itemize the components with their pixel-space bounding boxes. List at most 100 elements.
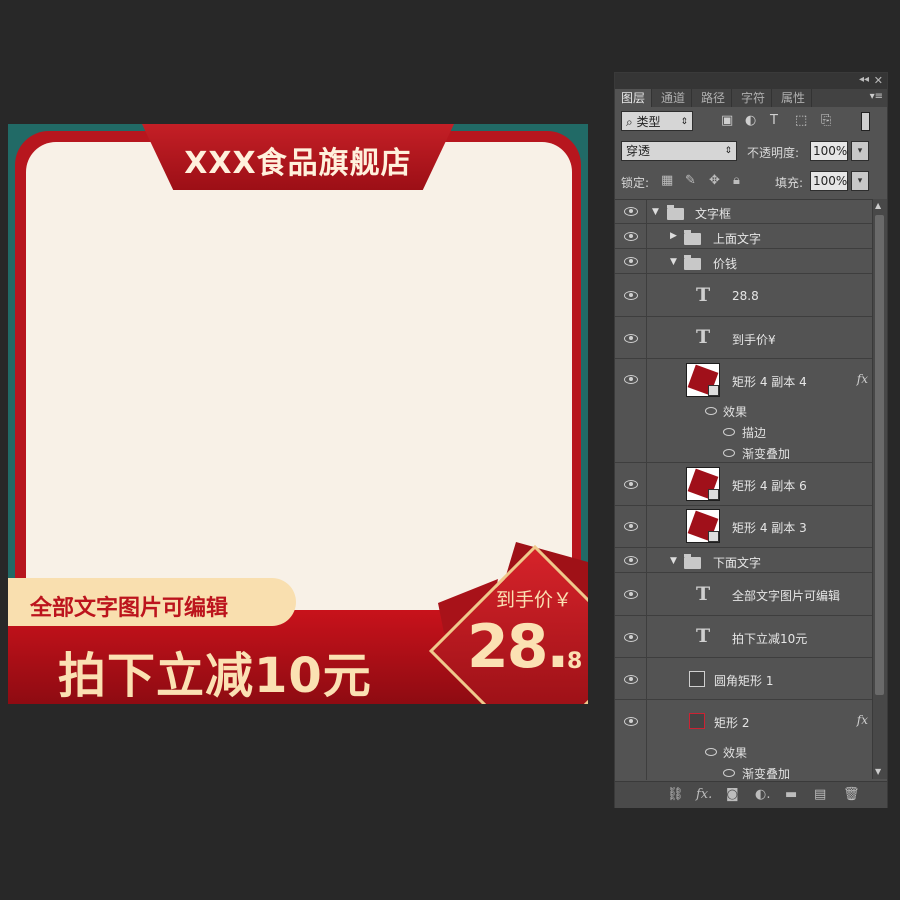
delete-layer-icon[interactable]: 🗑︎ (843, 787, 860, 802)
layer-group-top-text[interactable]: ▶ 上面文字 (615, 224, 872, 249)
fill-input[interactable]: 100% (810, 171, 848, 191)
layer-text-discount[interactable]: T 拍下立减10元 (615, 616, 872, 658)
effect-gradient-overlay: 渐变叠加 (742, 767, 791, 780)
layer-name: 矩形 2 (714, 716, 750, 730)
scroll-thumb[interactable] (875, 215, 884, 695)
layer-name: 价钱 (713, 257, 738, 271)
new-layer-icon[interactable]: ▤ (814, 787, 826, 802)
link-layers-icon[interactable]: ⛓ (667, 787, 684, 802)
visibility-toggle[interactable] (615, 700, 647, 780)
fill-dropdown-button[interactable]: ▾ (851, 171, 869, 191)
layer-name: 28.8 (732, 289, 759, 303)
effect-gradient-overlay: 渐变叠加 (742, 447, 791, 461)
adjustment-layer-icon[interactable]: ◐. (755, 787, 770, 802)
layer-group-textframe[interactable]: ▼ 文字框 (615, 200, 872, 224)
collapse-icon[interactable]: ◂◂ (859, 74, 869, 85)
layer-shape-rect2[interactable]: 矩形 2 fx 效果 渐变叠加 (615, 700, 872, 780)
lock-transparent-icon[interactable]: ▦ (661, 173, 673, 188)
layer-name: 矩形 4 副本 4 (732, 375, 807, 389)
lock-position-icon[interactable]: ✥ (709, 173, 720, 188)
blend-mode-select[interactable]: 穿透 ⇕ (621, 141, 737, 161)
eye-icon (624, 633, 638, 642)
new-group-icon[interactable]: ▬ (785, 787, 797, 802)
add-style-icon[interactable]: fx. (696, 787, 712, 802)
eye-icon (624, 257, 638, 266)
layer-shape-rect4-copy4[interactable]: 矩形 4 副本 4 fx 效果 描边 渐变叠加 (615, 359, 872, 463)
price-decimal-text: 8 (567, 649, 583, 674)
tab-character[interactable]: 字符 (735, 89, 773, 107)
shape-layer-icon (689, 713, 705, 729)
visibility-toggle[interactable] (615, 249, 647, 273)
lock-pixels-icon[interactable]: ✎ (685, 173, 696, 188)
opacity-input[interactable]: 100% (810, 141, 848, 161)
price-whole-text: 28. (467, 612, 569, 682)
scroll-up-icon[interactable]: ▲ (875, 201, 881, 210)
opacity-dropdown-button[interactable]: ▾ (851, 141, 869, 161)
visibility-toggle[interactable] (615, 658, 647, 699)
type-filter-icon[interactable]: T (770, 113, 778, 128)
tab-channels[interactable]: 通道 (655, 89, 693, 107)
layer-text-editable[interactable]: T 全部文字图片可编辑 (615, 573, 872, 616)
visibility-toggle[interactable] (615, 200, 647, 223)
eye-icon[interactable] (723, 428, 735, 436)
blend-row: 穿透 ⇕ 不透明度: 100% ▾ (615, 139, 887, 165)
adjustment-filter-icon[interactable]: ◐ (745, 113, 756, 128)
layer-thumbnail (686, 509, 720, 543)
layer-group-bottom-text[interactable]: ▼ 下面文字 (615, 548, 872, 573)
add-mask-icon[interactable]: ◙ (726, 787, 739, 802)
visibility-toggle[interactable] (615, 616, 647, 657)
layers-scrollbar[interactable]: ▲ ▼ (872, 199, 887, 779)
layer-text-price-label[interactable]: T 到手价¥ (615, 317, 872, 359)
eye-icon[interactable] (705, 748, 717, 756)
folder-icon (667, 205, 684, 220)
pixel-filter-icon[interactable]: ▣ (721, 113, 733, 128)
visibility-toggle[interactable] (615, 359, 647, 462)
chevron-right-icon[interactable]: ▶ (670, 231, 677, 241)
visibility-toggle[interactable] (615, 463, 647, 505)
eye-icon (624, 334, 638, 343)
tab-layers[interactable]: 图层 (615, 89, 653, 107)
fx-icon[interactable]: fx (857, 713, 868, 727)
layer-name: 矩形 4 副本 3 (732, 521, 807, 535)
lock-all-icon[interactable]: 🔒︎ (733, 173, 740, 188)
eye-icon (624, 717, 638, 726)
layer-text-price[interactable]: T 28.8 (615, 274, 872, 317)
folder-icon (684, 230, 701, 245)
layer-shape-rounded-rect[interactable]: 圆角矩形 1 (615, 658, 872, 700)
layer-shape-rect4-copy6[interactable]: 矩形 4 副本 6 (615, 463, 872, 506)
filter-kind-select[interactable]: ⌕ 类型 ⇕ (621, 111, 693, 131)
tab-paths[interactable]: 路径 (695, 89, 733, 107)
chevron-updown-icon: ⇕ (724, 146, 732, 156)
layer-name: 拍下立减10元 (732, 632, 808, 646)
panel-tabs: 图层 通道 路径 字符 属性 ▾≡ (615, 89, 887, 107)
eye-icon[interactable] (705, 407, 717, 415)
tab-properties[interactable]: 属性 (775, 89, 813, 107)
layer-thumbnail (686, 467, 720, 501)
document-canvas[interactable]: XXX食品旗舰店 全部文字图片可编辑 拍下立减10元 到手价￥ 28. 8 (8, 124, 588, 704)
filter-toggle[interactable] (861, 112, 870, 131)
eye-icon[interactable] (723, 769, 735, 777)
folder-icon (684, 554, 701, 569)
chevron-down-icon[interactable]: ▼ (670, 257, 677, 267)
scroll-down-icon[interactable]: ▼ (875, 767, 881, 776)
smart-object-filter-icon[interactable]: ⎘ (821, 113, 831, 128)
chevron-down-icon[interactable]: ▼ (670, 556, 677, 566)
layer-group-price[interactable]: ▼ 价钱 (615, 249, 872, 274)
layer-shape-rect4-copy3[interactable]: 矩形 4 副本 3 (615, 506, 872, 548)
visibility-toggle[interactable] (615, 224, 647, 248)
vector-mask-icon (708, 531, 719, 542)
fx-icon[interactable]: fx (857, 372, 868, 386)
close-icon[interactable]: ✕ (874, 74, 883, 87)
eye-icon[interactable] (723, 449, 735, 457)
shape-filter-icon[interactable]: ⬚ (795, 113, 807, 128)
visibility-toggle[interactable] (615, 506, 647, 547)
chevron-down-icon[interactable]: ▼ (652, 207, 659, 217)
promo-main-text: 拍下立减10元 (58, 648, 372, 704)
visibility-toggle[interactable] (615, 317, 647, 358)
visibility-toggle[interactable] (615, 274, 647, 316)
visibility-toggle[interactable] (615, 548, 647, 572)
layer-name: 上面文字 (713, 232, 762, 246)
visibility-toggle[interactable] (615, 573, 647, 615)
layers-list: ▼ 文字框 ▶ 上面文字 ▼ 价钱 T 28.8 T 到手价¥ 矩形 4 副本 … (615, 199, 872, 780)
panel-menu-icon[interactable]: ▾≡ (870, 91, 883, 102)
